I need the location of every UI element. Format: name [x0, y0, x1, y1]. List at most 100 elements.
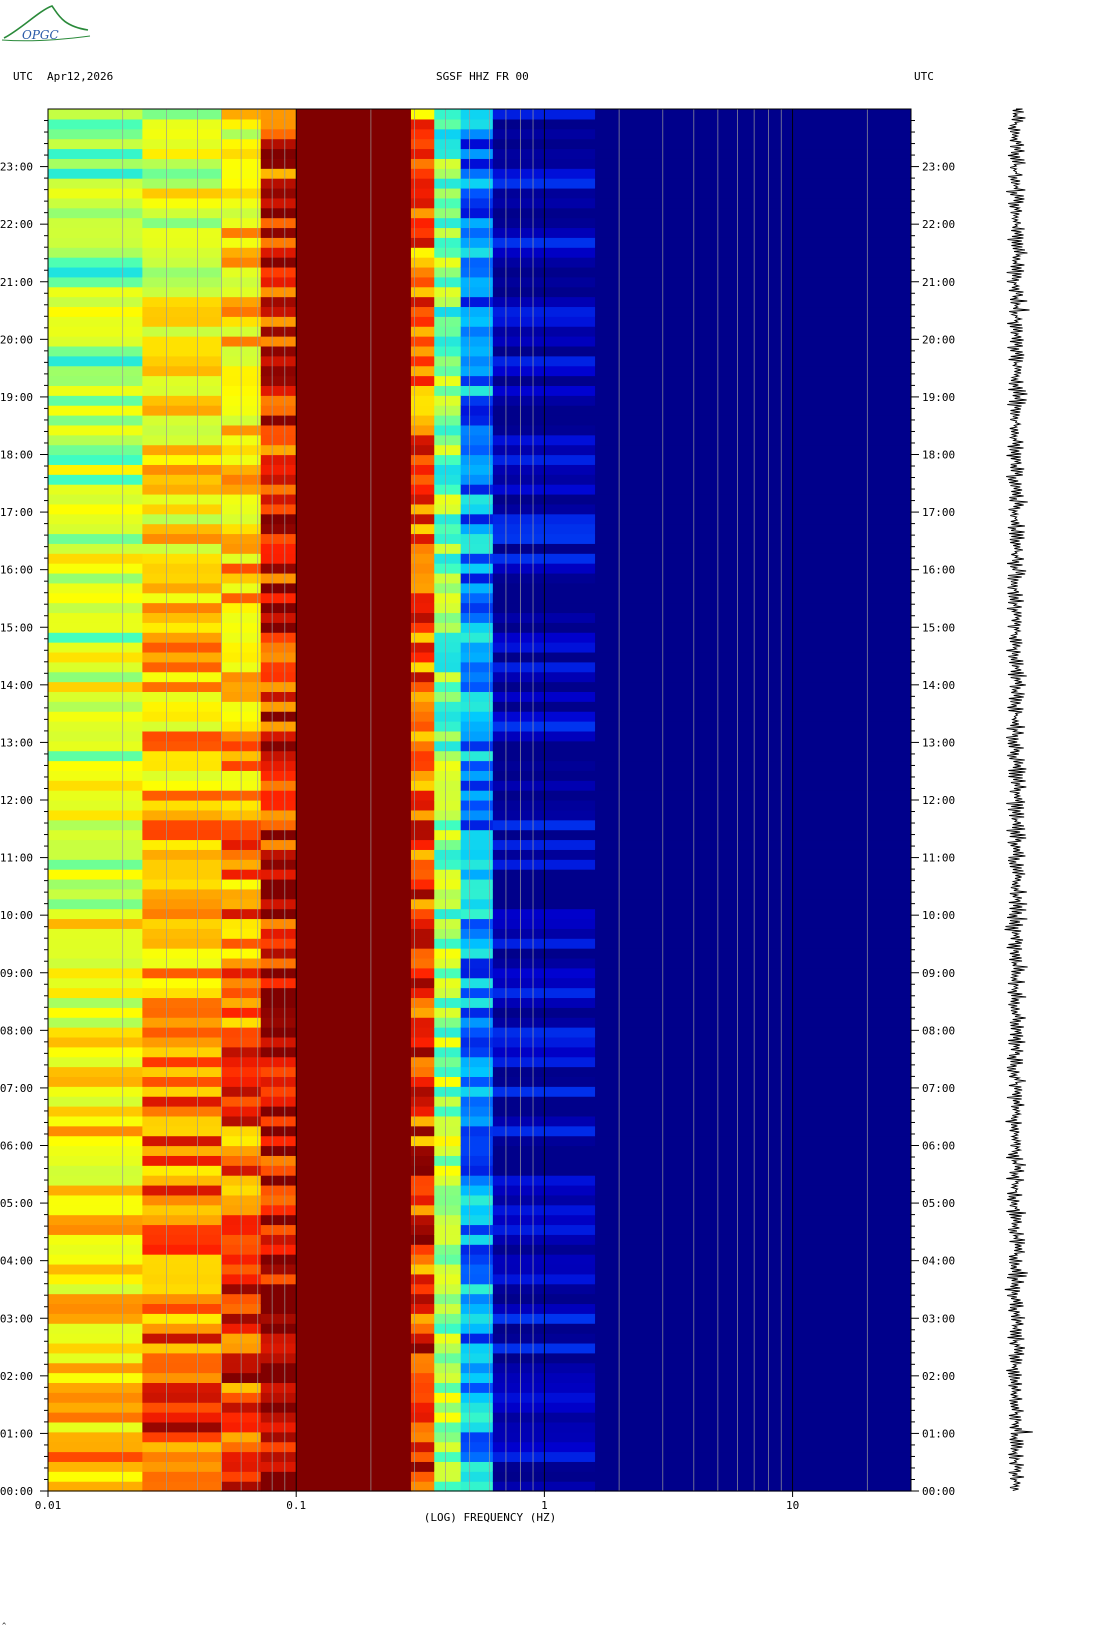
heatmap-cell: [595, 355, 912, 367]
heatmap-cell: [595, 1165, 912, 1176]
heatmap-cell: [460, 493, 494, 505]
heatmap-cell: [434, 1352, 462, 1364]
heatmap-cell: [460, 503, 494, 515]
heatmap-cell: [296, 1352, 412, 1364]
y-tick-label-right: 02:00: [922, 1370, 955, 1383]
heatmap-cell: [48, 1431, 143, 1443]
heatmap-cell: [260, 1027, 297, 1038]
heatmap-cell: [434, 553, 462, 564]
heatmap-cell: [296, 1184, 412, 1196]
heatmap-cell: [434, 444, 462, 456]
heatmap-cell: [296, 1135, 412, 1147]
spectrogram-chart: 00:00 00:00 01:00 01:00 02:00 02:00 03:00 03:00…: [0, 108, 1033, 1524]
heatmap-cell: [48, 1481, 143, 1492]
heatmap-cell: [460, 1036, 494, 1048]
heatmap-cell: [460, 1392, 494, 1403]
heatmap-cell: [48, 493, 143, 505]
heatmap-cell: [460, 977, 494, 989]
heatmap-cell: [460, 553, 494, 564]
heatmap-cell: [260, 948, 297, 959]
heatmap-cell: [296, 513, 412, 525]
heatmap-cell: [142, 345, 222, 357]
heatmap-cell: [296, 375, 412, 386]
heatmap-cell: [595, 1254, 912, 1265]
heatmap-cell: [595, 1293, 912, 1305]
heatmap-cell: [142, 1412, 222, 1423]
y-tick-label-right: 06:00: [922, 1140, 955, 1153]
heatmap-cell: [142, 1224, 222, 1235]
heatmap-cell: [48, 217, 143, 229]
heatmap-cell: [460, 1076, 494, 1087]
heatmap-cell: [260, 967, 297, 979]
seismogram-trace-line: [1004, 108, 1033, 1491]
heatmap-cell: [142, 602, 222, 614]
heatmap-cell: [296, 957, 412, 969]
heatmap-cell: [434, 1175, 462, 1186]
heatmap-cell: [460, 543, 494, 554]
heatmap-cell: [260, 908, 297, 920]
heatmap-cell: [260, 1076, 297, 1087]
heatmap-cell: [260, 1224, 297, 1235]
heatmap-cell: [48, 750, 143, 762]
heatmap-cell: [434, 1086, 462, 1097]
heatmap-cell: [142, 148, 222, 159]
heatmap-cell: [48, 1412, 143, 1423]
heatmap-cell: [260, 691, 297, 702]
heatmap-cell: [595, 178, 912, 189]
heatmap-cell: [595, 800, 912, 811]
heatmap-cell: [460, 266, 494, 278]
heatmap-cell: [296, 800, 412, 811]
heatmap-cell: [260, 711, 297, 722]
heatmap-cell: [434, 898, 462, 910]
y-tick-label-right: 14:00: [922, 679, 955, 692]
heatmap-cell: [296, 1106, 412, 1117]
heatmap-cell: [48, 642, 143, 653]
heatmap-cell: [460, 622, 494, 633]
heatmap-cell: [48, 1402, 143, 1413]
heatmap-cell: [595, 484, 912, 495]
heatmap-cell: [48, 444, 143, 456]
heatmap-cell: [142, 1382, 222, 1393]
heatmap-cell: [142, 1214, 222, 1226]
heatmap-cell: [48, 730, 143, 742]
heatmap-cell: [142, 1027, 222, 1038]
heatmap-cell: [595, 266, 912, 278]
heatmap-cell: [595, 227, 912, 238]
heatmap-cell: [48, 1421, 143, 1433]
y-tick-label-left: 09:00: [0, 967, 33, 980]
heatmap-cell: [460, 187, 494, 199]
heatmap-cell: [142, 276, 222, 288]
heatmap-cell: [260, 632, 297, 643]
heatmap-cell: [260, 355, 297, 367]
heatmap-cell: [142, 227, 222, 238]
heatmap-cell: [595, 375, 912, 386]
heatmap-cell: [296, 1293, 412, 1305]
heatmap-cell: [48, 109, 143, 120]
heatmap-cell: [48, 967, 143, 979]
heatmap-cell: [260, 780, 297, 791]
heatmap-cell: [460, 1283, 494, 1295]
heatmap-cell: [48, 375, 143, 386]
heatmap-cell: [434, 168, 462, 179]
heatmap-cell: [48, 701, 143, 712]
heatmap-cell: [142, 1125, 222, 1137]
heatmap-cell: [296, 582, 412, 594]
heatmap-cell: [595, 1333, 912, 1344]
heatmap-cell: [142, 1165, 222, 1176]
heatmap-cell: [260, 1283, 297, 1295]
heatmap-cell: [595, 237, 912, 248]
heatmap-cell: [296, 819, 412, 831]
heatmap-cell: [260, 681, 297, 693]
heatmap-cell: [48, 938, 143, 949]
heatmap-cell: [460, 257, 494, 268]
heatmap-cell: [260, 1106, 297, 1117]
heatmap-cell: [595, 1027, 912, 1038]
heatmap-cell: [142, 790, 222, 801]
heatmap-cell: [595, 1402, 912, 1413]
heatmap-cell: [142, 869, 222, 880]
heatmap-cell: [260, 790, 297, 801]
heatmap-cell: [434, 296, 462, 308]
heatmap-cell: [142, 592, 222, 604]
heatmap-cell: [260, 553, 297, 564]
heatmap-cell: [296, 602, 412, 614]
